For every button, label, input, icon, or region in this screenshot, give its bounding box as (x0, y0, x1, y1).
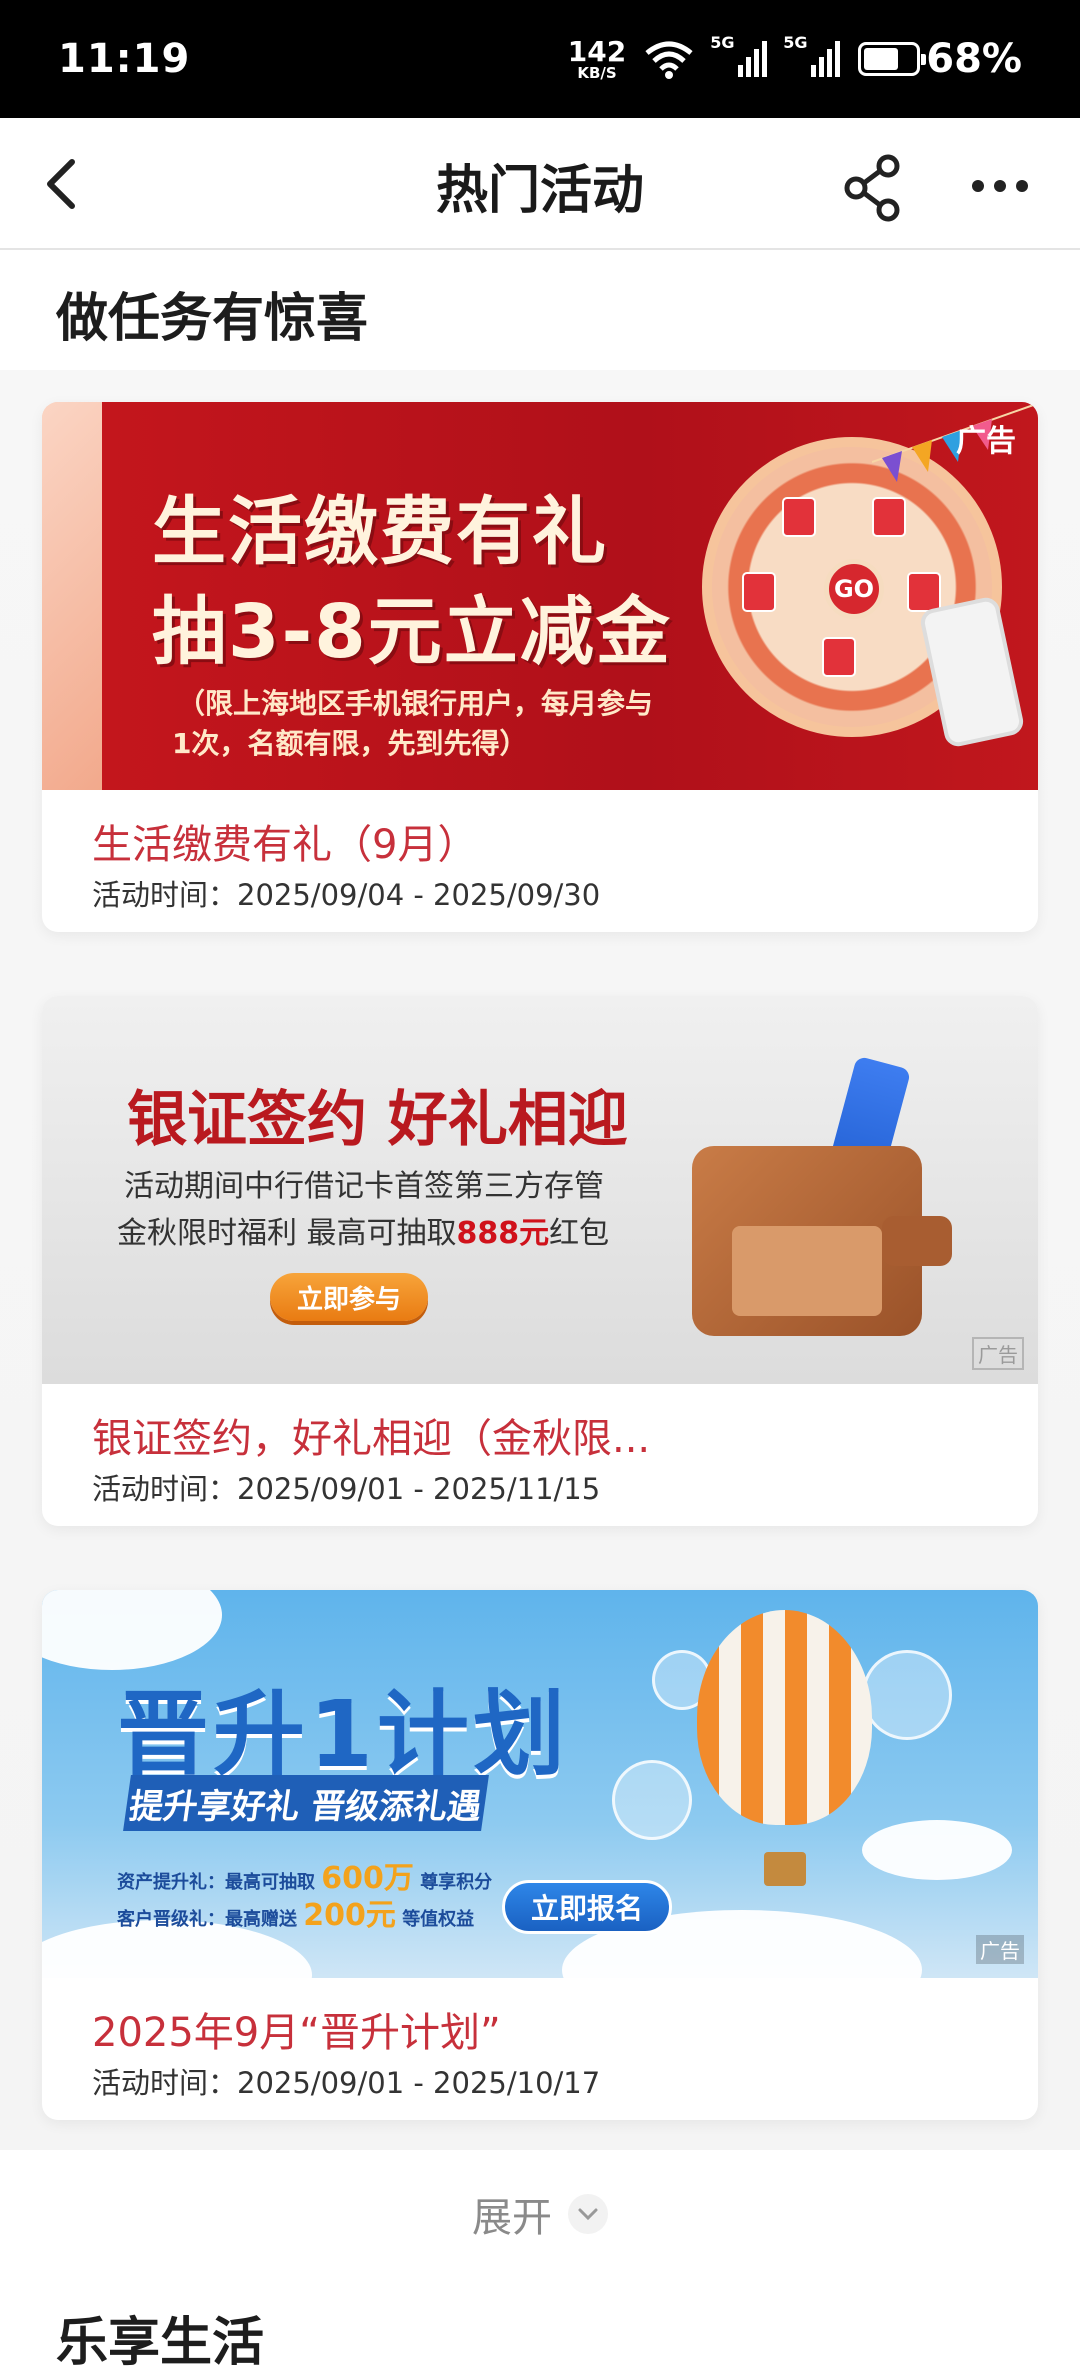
banner-line: 活动期间中行借记卡首签第三方存管 (124, 1169, 604, 1204)
banner-headline: 晋升1计划 (117, 1681, 570, 1788)
net-speed-value: 142 (567, 34, 627, 68)
dot-icon (994, 180, 1006, 192)
activity-title: 生活缴费有礼（9月） (92, 822, 478, 868)
status-bar: 11:19 142 KB/S 5G 5G 68% (0, 0, 1080, 118)
cell-signal-2-icon: 5G (783, 33, 841, 77)
banner-headline-2: 抽3-8元立减金 (152, 589, 672, 675)
activity-banner-2[interactable]: 银证签约 好礼相迎 活动期间中行借记卡首签第三方存管 金秋限时福利 最高可抽取8… (42, 996, 1038, 1384)
net-speed: 142 KB/S (567, 34, 627, 82)
banner-row-label: 客户晋级礼：最高赠送 (117, 1909, 297, 1930)
battery-icon (858, 42, 927, 76)
wifi-icon (645, 41, 693, 79)
banner-line-2: 金秋限时福利 最高可抽取888元红包 (117, 1208, 609, 1252)
activity-banner-1[interactable]: 生活缴费有礼 抽3-8元立减金 （限上海地区手机银行用户，每月参与 1次，名额有… (42, 402, 1038, 790)
chevron-down-icon (568, 2194, 608, 2234)
wheel-go-label: GO (824, 559, 884, 619)
phone-graphic (918, 595, 1026, 749)
wallet-graphic (692, 1146, 952, 1336)
banner-note-2: 1次，名额有限，先到先得） (172, 727, 528, 760)
activity-card-1[interactable]: 生活缴费有礼 抽3-8元立减金 （限上海地区手机银行用户，每月参与 1次，名额有… (42, 402, 1038, 932)
page-title: 热门活动 (435, 161, 644, 221)
activity-card-3[interactable]: 晋升1计划 提升享好礼 晋级添礼遇 资产提升礼：最高可抽取 600万 尊享积分 … (42, 1590, 1038, 2120)
banner-row-2: 客户晋级礼：最高赠送 200元 等值权益 (117, 1890, 474, 1934)
banner-row-suffix: 等值权益 (402, 1909, 475, 1930)
coins-bubble-icon (612, 1760, 692, 1840)
signal-1-tag: 5G (710, 33, 735, 52)
share-icon (844, 154, 900, 222)
ad-badge: 广告 (956, 424, 1016, 459)
activity-time: 活动时间：2025/09/04 - 2025/09/30 (92, 878, 601, 912)
banner-line-text: 金秋限时福利 最高可抽取 (117, 1216, 457, 1251)
ad-badge: 广告 (976, 1935, 1024, 1964)
banner-ribbon: 提升享好礼 晋级添礼遇 (123, 1775, 489, 1831)
status-time: 11:19 (58, 36, 191, 82)
gift-bubble-icon (862, 1650, 952, 1740)
banner-line-suffix: 红包 (549, 1216, 610, 1251)
activity-time: 活动时间：2025/09/01 - 2025/11/15 (92, 1472, 601, 1506)
more-options-button[interactable] (960, 158, 1040, 214)
banner-headline: 生活缴费有礼 (152, 489, 608, 575)
section-title-tasks: 做任务有惊喜 (56, 289, 369, 349)
expand-button[interactable]: 展开 (0, 2185, 1080, 2243)
activity-banner-3[interactable]: 晋升1计划 提升享好礼 晋级添礼遇 资产提升礼：最高可抽取 600万 尊享积分 … (42, 1590, 1038, 1978)
cell-signal-1-icon: 5G (710, 33, 768, 77)
battery-indicator: 68% (858, 36, 1022, 82)
dot-icon (972, 180, 984, 192)
share-button[interactable] (838, 152, 908, 222)
hot-air-balloon-graphic (697, 1610, 872, 1825)
sign-up-now-button[interactable]: 立即报名 (502, 1880, 672, 1934)
activity-title: 银证签约，好礼相迎（金秋限... (92, 1416, 651, 1462)
activity-card-2[interactable]: 银证签约 好礼相迎 活动期间中行借记卡首签第三方存管 金秋限时福利 最高可抽取8… (42, 996, 1038, 1526)
status-icons: 142 KB/S 5G 5G 68% (567, 33, 1022, 82)
join-now-button[interactable]: 立即参与 (270, 1273, 428, 1321)
dot-icon (1016, 180, 1028, 192)
activity-title: 2025年9月“晋升计划” (92, 2010, 501, 2056)
banner-highlight-amount: 888元 (456, 1216, 550, 1251)
section-title-life: 乐享生活 (56, 2313, 265, 2373)
banner-row-amount: 200元 (303, 1898, 396, 1933)
ad-badge: 广告 (972, 1337, 1024, 1370)
activity-time: 活动时间：2025/09/01 - 2025/10/17 (92, 2066, 601, 2100)
banner-note: （限上海地区手机银行用户，每月参与 (177, 687, 654, 720)
signal-2-tag: 5G (783, 33, 808, 52)
balloon-basket-graphic (764, 1852, 806, 1886)
nav-header: 热门活动 (0, 118, 1080, 250)
net-speed-unit: KB/S (577, 63, 617, 82)
battery-percent: 68% (926, 36, 1022, 82)
battery-fill (864, 48, 899, 70)
banner-headline: 银证签约 好礼相迎 (127, 1085, 628, 1155)
expand-label: 展开 (472, 2195, 552, 2241)
